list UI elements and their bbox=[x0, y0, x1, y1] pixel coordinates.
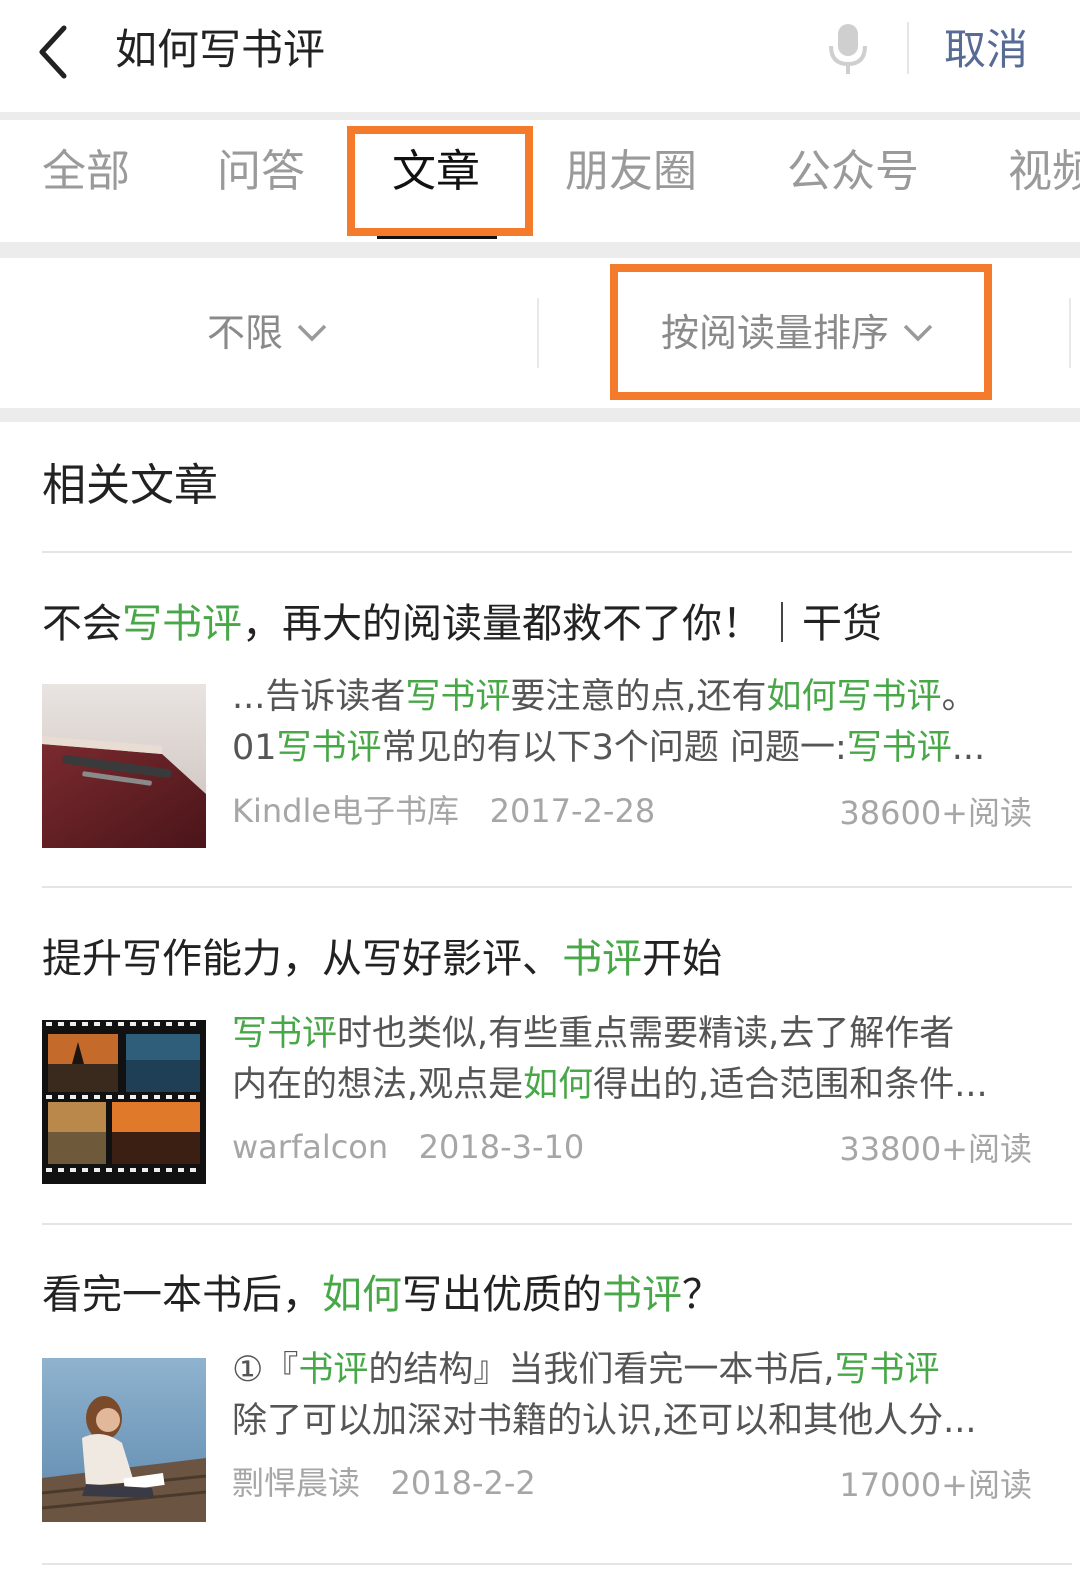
divider bbox=[42, 1563, 1072, 1565]
highlighted-keyword: 写书评 bbox=[405, 677, 511, 717]
article-thumbnail-woman-reading[interactable] bbox=[42, 1358, 206, 1522]
article-source[interactable]: 剽悍晨读 bbox=[232, 1464, 360, 1502]
article-snippet-line: 内在的想法,观点是如何得出的,适合范围和条件... bbox=[232, 1060, 1032, 1111]
search-bar: 如何写书评 取消 bbox=[0, 0, 1080, 112]
text-segment: ... bbox=[951, 728, 986, 768]
text-segment: 01 bbox=[232, 728, 277, 768]
text-segment: 看完一本书后， bbox=[42, 1272, 322, 1318]
text-segment: 提升写作能力，从写好影评、 bbox=[42, 936, 562, 982]
time-filter-dropdown[interactable]: 不限 bbox=[207, 308, 329, 358]
article-date: 2018-3-10 bbox=[418, 1128, 585, 1166]
sort-dropdown[interactable]: 按阅读量排序 bbox=[661, 308, 935, 358]
tab-official-accounts[interactable]: 公众号 bbox=[787, 142, 919, 202]
article-meta: Kindle电子书库 2017-2-28 bbox=[232, 789, 655, 833]
search-query-input[interactable]: 如何写书评 bbox=[115, 20, 325, 80]
tab-qa[interactable]: 问答 bbox=[217, 142, 305, 202]
article-thumbnail-film-strip[interactable] bbox=[42, 1020, 206, 1184]
tab-articles[interactable]: 文章 bbox=[392, 142, 480, 202]
highlighted-keyword: 书评 bbox=[602, 1272, 682, 1318]
highlighted-keyword: 写书评 bbox=[232, 1014, 338, 1054]
divider bbox=[537, 298, 539, 368]
chevron-down-icon bbox=[297, 324, 327, 341]
highlighted-keyword: 写书评 bbox=[122, 601, 242, 647]
divider bbox=[42, 1223, 1072, 1225]
tab-all[interactable]: 全部 bbox=[42, 142, 130, 202]
highlighted-keyword: 书评 bbox=[298, 1350, 369, 1390]
text-segment: 写出优质的 bbox=[402, 1272, 602, 1318]
article-snippet-line: ①『书评的结构』当我们看完一本书后,写书评 bbox=[232, 1345, 1032, 1396]
time-filter-label: 不限 bbox=[207, 311, 284, 355]
microphone-icon[interactable] bbox=[826, 22, 870, 76]
article-snippet-line: 写书评时也类似,有些重点需要精读,去了解作者 bbox=[232, 1009, 1032, 1060]
article-meta: 剽悍晨读 2018-2-2 bbox=[232, 1461, 536, 1505]
back-arrow-icon[interactable] bbox=[30, 22, 80, 82]
text-segment: 常见的有以下3个问题 问题一: bbox=[381, 728, 847, 768]
separator bbox=[0, 112, 1080, 120]
filter-bar: 不限 按阅读量排序 bbox=[0, 258, 1080, 408]
article-date: 2017-2-28 bbox=[489, 792, 656, 830]
text-segment: 除了可以加深对书籍的认识,还可以和其他人分... bbox=[232, 1401, 977, 1441]
article-read-count: 38600+阅读 bbox=[839, 794, 1032, 832]
article-meta: warfalcon 2018-3-10 bbox=[232, 1125, 584, 1169]
sort-label: 按阅读量排序 bbox=[661, 311, 890, 355]
text-segment: 时也类似,有些重点需要精读,去了解作者 bbox=[337, 1014, 955, 1054]
highlighted-keyword: 书评 bbox=[562, 936, 642, 982]
article-snippet-line: ...告诉读者写书评要注意的点,还有如何写书评。 bbox=[232, 672, 1032, 723]
highlighted-keyword: 如何 bbox=[322, 1272, 402, 1318]
highlighted-keyword: 写书评 bbox=[276, 728, 382, 768]
highlighted-keyword: 如何写书评 bbox=[766, 677, 942, 717]
article-snippet-line: 01写书评常见的有以下3个问题 问题一:写书评... bbox=[232, 723, 1032, 774]
article-source[interactable]: warfalcon bbox=[232, 1128, 388, 1166]
divider bbox=[42, 886, 1072, 888]
section-title: 相关文章 bbox=[42, 460, 218, 511]
text-segment: ？ bbox=[682, 1272, 722, 1318]
highlighted-keyword: 写书评 bbox=[846, 728, 952, 768]
active-tab-indicator bbox=[377, 233, 497, 239]
article-read-count: 17000+阅读 bbox=[839, 1466, 1032, 1504]
highlighted-keyword: 如何 bbox=[523, 1065, 594, 1105]
article-title[interactable]: 看完一本书后，如何写出优质的书评？ bbox=[42, 1267, 722, 1323]
divider bbox=[1069, 298, 1071, 368]
chevron-down-icon bbox=[903, 324, 933, 341]
article-thumbnail-book-pen[interactable] bbox=[42, 684, 206, 848]
tab-moments[interactable]: 朋友圈 bbox=[565, 142, 697, 202]
text-segment: ①『 bbox=[232, 1350, 299, 1390]
divider bbox=[907, 22, 909, 74]
text-segment: 要注意的点,还有 bbox=[510, 677, 767, 717]
text-segment: 内在的想法,观点是 bbox=[232, 1065, 524, 1105]
text-segment: 不会 bbox=[42, 601, 122, 647]
text-segment: ，再大的阅读量都救不了你！｜干货 bbox=[242, 601, 882, 647]
article-title[interactable]: 不会写书评，再大的阅读量都救不了你！｜干货 bbox=[42, 596, 882, 652]
text-segment: ...告诉读者 bbox=[232, 677, 406, 717]
separator bbox=[0, 408, 1080, 422]
article-read-count: 33800+阅读 bbox=[839, 1130, 1032, 1168]
article-date: 2018-2-2 bbox=[390, 1464, 536, 1502]
highlighted-keyword: 写书评 bbox=[834, 1350, 940, 1390]
text-segment: 。 bbox=[941, 677, 977, 717]
tab-videos[interactable]: 视频 bbox=[1008, 142, 1080, 202]
text-segment: 开始 bbox=[642, 936, 722, 982]
divider bbox=[42, 551, 1072, 553]
text-segment: 的结构』当我们看完一本书后, bbox=[368, 1350, 835, 1390]
article-source[interactable]: Kindle电子书库 bbox=[232, 792, 459, 830]
article-title[interactable]: 提升写作能力，从写好影评、书评开始 bbox=[42, 931, 722, 987]
article-snippet-line: 除了可以加深对书籍的认识,还可以和其他人分... bbox=[232, 1396, 1032, 1447]
separator bbox=[0, 242, 1080, 258]
cancel-button[interactable]: 取消 bbox=[944, 20, 1028, 80]
text-segment: 得出的,适合范围和条件... bbox=[593, 1065, 988, 1105]
category-tabs: 全部 问答 文章 朋友圈 公众号 视频 bbox=[0, 120, 1080, 242]
